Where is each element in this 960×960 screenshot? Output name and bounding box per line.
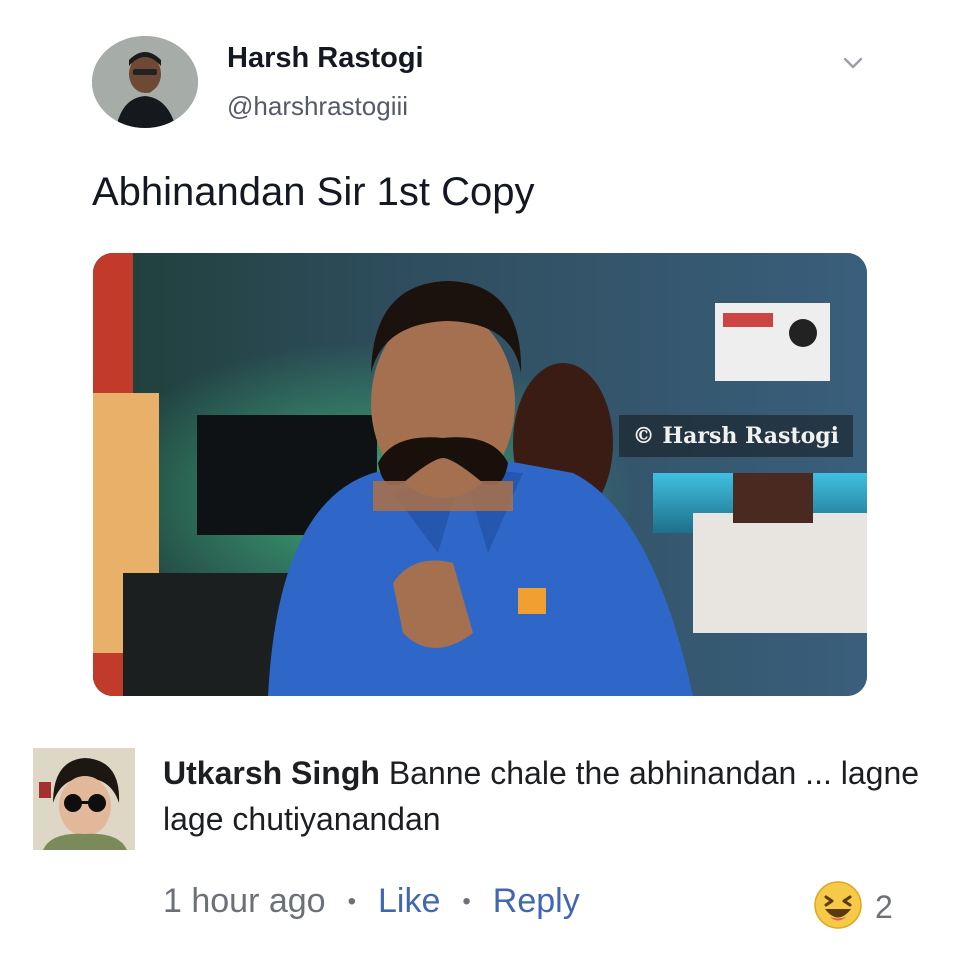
- tweet-header: Harsh Rastogi @harshrastogiii: [92, 36, 882, 136]
- commenter-name[interactable]: Utkarsh Singh: [163, 755, 380, 791]
- author-avatar[interactable]: [92, 36, 198, 128]
- reply-button[interactable]: Reply: [493, 882, 580, 921]
- reaction-count: 2: [875, 889, 893, 925]
- laughing-emoji-icon: [813, 880, 863, 935]
- tweet-text: Abhinandan Sir 1st Copy: [92, 170, 535, 214]
- separator-dot: •: [462, 887, 471, 915]
- tweet-media-image[interactable]: © Harsh Rastogi: [93, 253, 867, 696]
- author-handle[interactable]: @harshrastogiii: [227, 91, 408, 122]
- commenter-avatar[interactable]: [33, 748, 135, 850]
- reaction-summary[interactable]: 2: [813, 880, 893, 935]
- separator-dot: •: [347, 887, 356, 915]
- comment-timestamp[interactable]: 1 hour ago: [163, 882, 326, 921]
- author-name[interactable]: Harsh Rastogi: [227, 42, 424, 75]
- comment-actions: 1 hour ago • Like • Reply: [163, 882, 580, 921]
- like-button[interactable]: Like: [378, 882, 440, 921]
- comment-body: Utkarsh Singh Banne chale the abhinandan…: [163, 750, 933, 842]
- media-watermark: © Harsh Rastogi: [618, 415, 853, 457]
- chevron-down-icon[interactable]: [842, 52, 864, 74]
